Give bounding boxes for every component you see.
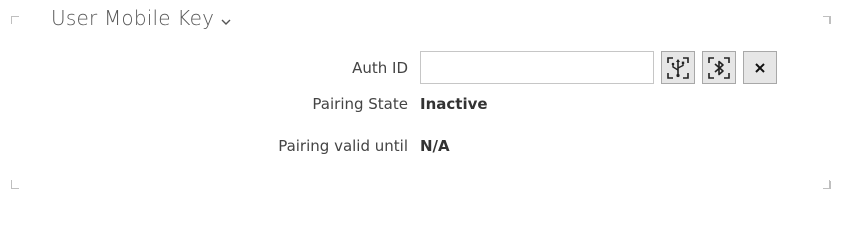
section-title: User Mobile Key [51, 6, 215, 30]
close-icon [754, 62, 766, 74]
pairing-valid-until-value: N/A [420, 137, 450, 155]
pairing-state-label: Pairing State [312, 95, 408, 113]
pairing-state-row: Pairing State Inactive [0, 95, 488, 113]
auth-id-row: Auth ID [0, 51, 777, 84]
auth-id-label: Auth ID [352, 58, 408, 77]
frame-corner-bottom-right [823, 181, 831, 189]
pairing-valid-until-row: Pairing valid until N/A [0, 137, 450, 155]
frame-corner-bottom-left [11, 181, 19, 189]
frame-corner-top-right [823, 16, 831, 24]
usb-pair-button[interactable] [661, 51, 695, 84]
chevron-down-icon [220, 13, 232, 25]
usb-pair-icon [666, 56, 690, 80]
bluetooth-pair-icon [707, 56, 731, 80]
auth-id-input[interactable] [420, 51, 654, 84]
section-header-toggle[interactable]: User Mobile Key [51, 6, 237, 30]
bluetooth-pair-button[interactable] [702, 51, 736, 84]
pairing-state-value: Inactive [420, 95, 488, 113]
pairing-valid-until-label: Pairing valid until [278, 137, 408, 155]
user-mobile-key-panel: User Mobile Key Auth ID Pairing State In… [0, 0, 845, 205]
frame-corner-top-left [11, 16, 19, 24]
clear-auth-id-button[interactable] [743, 51, 777, 84]
